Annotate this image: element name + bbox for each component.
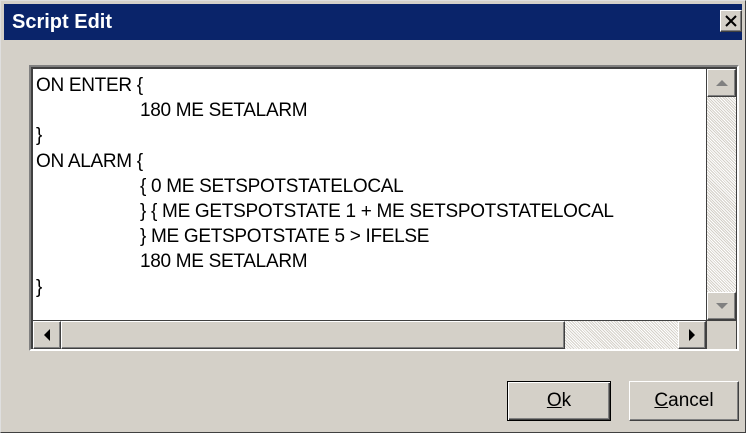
cancel-button[interactable]: Cancel	[629, 381, 739, 421]
vertical-scrollbar[interactable]	[707, 69, 736, 320]
cancel-button-label: ancel	[668, 390, 714, 411]
code-line[interactable]: 180 ME SETALARM	[36, 249, 706, 274]
scroll-right-button[interactable]	[678, 321, 706, 349]
code-line[interactable]: { 0 ME SETSPOTSTATELOCAL	[36, 174, 706, 199]
window-title: Script Edit	[12, 11, 113, 33]
code-line[interactable]: 180 ME SETALARM	[36, 98, 706, 123]
code-line[interactable]: }	[36, 123, 706, 148]
right-arrow-icon	[689, 329, 695, 341]
script-text-area[interactable]: ON ENTER {180 ME SETALARM} ON ALARM {{ 0 …	[33, 69, 706, 320]
scroll-corner	[707, 321, 736, 349]
code-line[interactable]: }	[36, 275, 706, 300]
title-bar[interactable]: Script Edit	[4, 4, 742, 40]
code-line[interactable]: } { ME GETSPOTSTATE 1 + ME SETSPOTSTATEL…	[36, 199, 706, 224]
ok-button[interactable]: Ok	[507, 381, 611, 421]
code-line[interactable]: ON ALARM {	[36, 149, 706, 174]
code-line[interactable]: } ME GETSPOTSTATE 5 > IFELSE	[36, 224, 706, 249]
horizontal-scroll-thumb[interactable]	[61, 321, 565, 349]
scroll-left-button[interactable]	[33, 321, 61, 349]
close-icon	[725, 15, 737, 27]
script-code[interactable]: ON ENTER {180 ME SETALARM} ON ALARM {{ 0 …	[33, 69, 706, 300]
scroll-up-button[interactable]	[707, 69, 736, 97]
cancel-button-mnemonic: C	[654, 390, 669, 411]
close-button[interactable]	[720, 10, 742, 32]
ok-button-label: k	[561, 390, 572, 411]
down-arrow-icon	[715, 303, 728, 309]
ok-button-mnemonic: O	[546, 390, 562, 411]
left-arrow-icon	[44, 329, 50, 341]
code-line[interactable]: ON ENTER {	[36, 73, 706, 98]
horizontal-scrollbar[interactable]	[33, 321, 706, 349]
up-arrow-icon	[715, 80, 728, 86]
script-edit-dialog: Script Edit ON ENTER {180 ME SETALARM} ON…	[0, 0, 746, 433]
scroll-down-button[interactable]	[707, 292, 736, 320]
script-editor: ON ENTER {180 ME SETALARM} ON ALARM {{ 0 …	[29, 65, 739, 351]
